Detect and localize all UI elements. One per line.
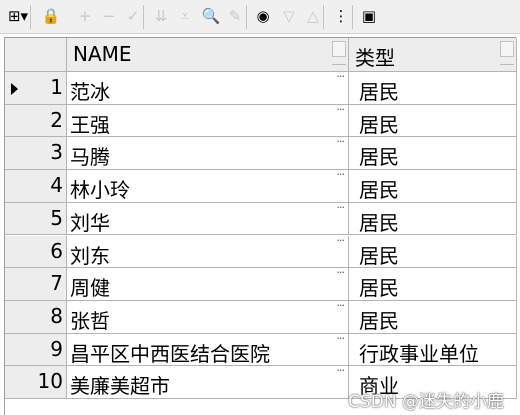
cell-editor-ellipsis-button[interactable]: ···: [337, 236, 345, 247]
cell-name-text: 张哲: [70, 308, 110, 333]
current-row-indicator-icon: [11, 83, 18, 95]
find-binoculars-icon[interactable]: 🔍: [200, 5, 222, 27]
cell-name-text: 范冰: [70, 80, 110, 104]
cell-type-text: 居民: [359, 145, 399, 170]
cell-editor-ellipsis-button[interactable]: ···: [337, 268, 345, 279]
cell-type-text: 商业: [359, 374, 399, 399]
toolbar-separator: [323, 5, 324, 29]
column-header-type[interactable]: 类型: [349, 38, 517, 72]
column-filter-button[interactable]: [500, 41, 514, 57]
cell-type[interactable]: 居民: [349, 137, 517, 171]
cell-name[interactable]: 范冰 ···: [67, 72, 349, 105]
cell-type-text: 居民: [359, 210, 399, 235]
cell-type-text: 行政事业单位: [359, 341, 479, 366]
row-number: 1: [50, 75, 63, 99]
column-header-name[interactable]: NAME: [67, 38, 349, 72]
row-header[interactable]: 7: [5, 268, 67, 301]
row-number: 5: [50, 205, 63, 230]
row-number: 3: [50, 140, 63, 165]
cell-type-text: 居民: [359, 178, 399, 203]
row-number: 2: [50, 107, 63, 132]
cell-type[interactable]: 居民: [349, 300, 517, 334]
grid-menu-icon[interactable]: ⊞▾: [4, 5, 32, 27]
column-header-type-label: 类型: [355, 46, 395, 70]
grid-toolbar: ⊞▾ 🔒 + − ✓ ⇊ ⩡ 🔍 ✎ ◉ ▽ △ ⋮ ▣: [0, 0, 520, 34]
toolbar-separator: [30, 5, 31, 29]
row-number: 8: [50, 303, 63, 328]
cell-editor-ellipsis-button[interactable]: ···: [337, 170, 345, 181]
cell-type[interactable]: 居民: [349, 235, 517, 269]
cell-name-text: 马腾: [70, 145, 110, 170]
row-number: 10: [37, 369, 63, 394]
cell-editor-ellipsis-button[interactable]: ···: [337, 105, 345, 116]
row-number: 4: [50, 173, 63, 198]
row-header[interactable]: 5: [5, 202, 67, 236]
cell-type[interactable]: 居民: [349, 202, 517, 236]
query-by-example-icon[interactable]: ◉: [252, 5, 274, 27]
cell-type[interactable]: 商业: [349, 366, 517, 399]
cell-name[interactable]: 美廉美超市 ···: [67, 366, 349, 399]
column-filter-button[interactable]: [332, 41, 346, 57]
lock-icon[interactable]: 🔒: [40, 5, 62, 27]
grid-corner-header: [5, 38, 67, 72]
cell-name-text: 刘华: [70, 210, 110, 235]
cell-name-text: 林小玲: [70, 178, 130, 203]
cell-type[interactable]: 行政事业单位: [349, 333, 517, 367]
cell-type-text: 居民: [359, 112, 399, 137]
add-record-icon[interactable]: +: [74, 5, 96, 27]
cell-name[interactable]: 刘东 ···: [67, 235, 349, 269]
row-number: 9: [50, 336, 63, 361]
cell-name-text: 美廉美超市: [70, 374, 170, 399]
toolbar-separator: [246, 5, 247, 29]
toolbar-separator: [143, 5, 144, 29]
next-record-icon[interactable]: △: [302, 5, 324, 27]
cell-name[interactable]: 张哲 ···: [67, 300, 349, 334]
tree-view-icon[interactable]: ⋮: [330, 5, 352, 27]
cell-editor-ellipsis-button[interactable]: ···: [337, 301, 345, 312]
cell-name[interactable]: 马腾 ···: [67, 137, 349, 171]
cell-name-text: 周健: [70, 276, 110, 301]
row-header[interactable]: 2: [5, 104, 67, 138]
row-number: 6: [50, 238, 63, 263]
data-grid: NAME 类型 1 范冰 ··· 居民 2 王强 ··· 居民 3 马腾 ··· 居民 4 林小玲 ··· 居…: [4, 37, 517, 415]
row-header[interactable]: 8: [5, 300, 67, 334]
cell-type[interactable]: 居民: [349, 170, 517, 203]
cell-name[interactable]: 王强 ···: [67, 104, 349, 138]
toolbar-separator: [352, 5, 353, 29]
cell-editor-ellipsis-button[interactable]: ···: [337, 334, 345, 345]
row-header[interactable]: 1: [5, 72, 67, 105]
cell-name[interactable]: 刘华 ···: [67, 202, 349, 236]
cell-name[interactable]: 周健 ···: [67, 268, 349, 301]
cell-name-text: 刘东: [70, 243, 110, 268]
cell-name[interactable]: 昌平区中西医结合医院 ···: [67, 333, 349, 367]
row-header[interactable]: 10: [5, 366, 67, 399]
column-header-name-label: NAME: [73, 42, 132, 66]
row-header[interactable]: 3: [5, 137, 67, 171]
row-header[interactable]: 6: [5, 235, 67, 269]
filter-down-icon[interactable]: ⇊: [150, 5, 172, 27]
cell-editor-ellipsis-button[interactable]: ···: [337, 203, 345, 214]
cell-type-text: 居民: [359, 80, 399, 104]
row-number: 7: [50, 271, 63, 296]
clear-eraser-icon[interactable]: ✎: [224, 5, 246, 27]
filter-clear-icon[interactable]: ⩡: [174, 5, 196, 27]
cell-editor-ellipsis-button[interactable]: ···: [337, 137, 345, 148]
save-icon[interactable]: ▣: [358, 5, 380, 27]
cell-type-text: 居民: [359, 243, 399, 268]
cell-editor-ellipsis-button[interactable]: ···: [337, 366, 345, 377]
delete-record-icon[interactable]: −: [98, 5, 120, 27]
cell-type[interactable]: 居民: [349, 72, 517, 105]
previous-record-icon[interactable]: ▽: [278, 5, 300, 27]
cell-type[interactable]: 居民: [349, 104, 517, 138]
cell-name-text: 王强: [70, 112, 110, 137]
cell-name[interactable]: 林小玲 ···: [67, 170, 349, 203]
cell-type-text: 居民: [359, 308, 399, 333]
cell-editor-ellipsis-button[interactable]: ···: [337, 72, 345, 83]
row-header[interactable]: 4: [5, 170, 67, 203]
cell-type[interactable]: 居民: [349, 268, 517, 301]
post-edit-icon[interactable]: ✓: [122, 5, 144, 27]
cell-type-text: 居民: [359, 276, 399, 301]
row-header[interactable]: 9: [5, 333, 67, 367]
cell-name-text: 昌平区中西医结合医院: [70, 341, 270, 366]
